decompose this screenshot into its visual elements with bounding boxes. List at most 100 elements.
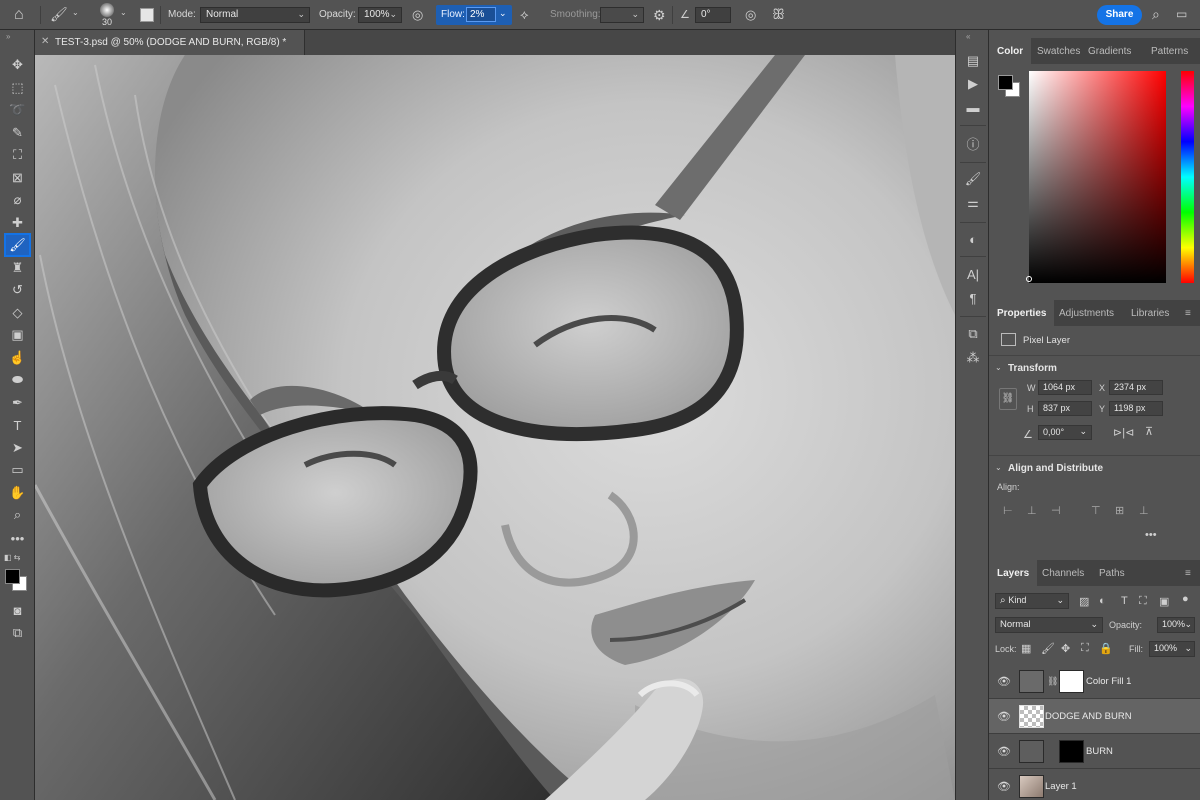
play-actions-icon[interactable]: ▶ <box>964 75 982 93</box>
chevron-down-icon[interactable]: ⌄ <box>120 8 127 17</box>
share-button[interactable]: Share <box>1097 5 1142 25</box>
flip-horizontal-icon[interactable]: ⊳|⊲ <box>1113 426 1134 439</box>
panel-menu-icon[interactable]: ≡ <box>1185 560 1191 586</box>
tab-color[interactable]: Color <box>989 38 1032 64</box>
tab-adjustments[interactable]: Adjustments <box>1059 300 1114 326</box>
brush-preset-icon[interactable] <box>100 3 114 17</box>
align-right-icon[interactable]: ⊣ <box>1051 504 1061 517</box>
layer-row[interactable]: 👁 Layer 1 <box>989 769 1200 800</box>
y-position-field[interactable]: 1198 px <box>1109 401 1163 416</box>
lock-artboard-icon[interactable]: ⛶ <box>1081 642 1089 655</box>
search-icon[interactable]: ⌕ <box>1152 6 1160 23</box>
brush-tool-icon[interactable]: 🖌 <box>50 6 68 23</box>
lock-all-icon[interactable]: 🔒 <box>1099 642 1113 655</box>
gear-icon[interactable]: ⚙ <box>653 7 666 24</box>
stamp-tool-icon[interactable]: ♜ <box>6 258 29 278</box>
filter-smart-object-icon[interactable]: ▣ <box>1159 595 1169 608</box>
screen-mode-icon[interactable]: ⧉ <box>6 623 29 643</box>
airbrush-icon[interactable]: ⟡ <box>520 7 529 23</box>
eye-icon[interactable]: 👁 <box>997 780 1011 793</box>
filter-pixel-icon[interactable]: ▨ <box>1079 595 1089 608</box>
character-styles-icon[interactable]: ⁂ <box>964 349 982 367</box>
eye-icon[interactable]: 👁 <box>997 675 1011 688</box>
hand-tool-icon[interactable]: ✋ <box>6 483 29 503</box>
foreground-color-swatch[interactable] <box>5 569 20 584</box>
default-colors-icon[interactable]: ◧ ⇆ <box>4 553 20 562</box>
x-position-field[interactable]: 2374 px <box>1109 380 1163 395</box>
layer-opacity-field[interactable]: 100% ⌄ <box>1157 617 1195 633</box>
filter-shape-icon[interactable]: ⛶ <box>1139 595 1147 608</box>
quick-select-tool-icon[interactable]: ✎ <box>6 123 29 143</box>
pen-tool-icon[interactable]: ✒ <box>6 393 29 413</box>
panel-menu-icon[interactable]: ≡ <box>1185 300 1191 326</box>
collapse-icon[interactable]: « <box>966 32 970 41</box>
tab-channels[interactable]: Channels <box>1042 560 1084 586</box>
home-icon[interactable]: ⌂ <box>14 6 24 24</box>
foreground-color-swatch[interactable] <box>998 75 1013 90</box>
dodge-tool-icon[interactable]: ⬬ <box>6 370 29 390</box>
align-bottom-icon[interactable]: ⊥ <box>1139 504 1149 517</box>
layer-row-selected[interactable]: 👁 DODGE AND BURN <box>989 699 1200 734</box>
eye-icon[interactable]: 👁 <box>997 745 1011 758</box>
eraser-tool-icon[interactable]: ◇ <box>6 303 29 323</box>
glyphs-icon[interactable]: ⧉ <box>964 325 982 343</box>
zoom-tool-icon[interactable]: ⌕ <box>6 505 29 525</box>
layer-mask-thumbnail[interactable] <box>1059 740 1084 763</box>
frame-tool-icon[interactable]: ⊠ <box>6 168 29 188</box>
pressure-opacity-icon[interactable]: ◎ <box>412 7 423 23</box>
flip-vertical-icon[interactable]: ⊼ <box>1145 425 1153 438</box>
lasso-tool-icon[interactable]: ➰ <box>6 100 29 120</box>
brush-tool-icon[interactable]: 🖌 <box>4 233 31 257</box>
layer-row[interactable]: 👁 BURN <box>989 734 1200 769</box>
gradient-tool-icon[interactable]: ▣ <box>6 325 29 345</box>
more-options-icon[interactable]: ••• <box>1145 529 1157 541</box>
tab-swatches[interactable]: Swatches <box>1037 38 1080 64</box>
close-icon[interactable]: ✕ <box>41 36 49 47</box>
marquee-tool-icon[interactable]: ⬚ <box>6 78 29 98</box>
align-top-icon[interactable]: ⊤ <box>1091 504 1101 517</box>
layer-mask-thumbnail[interactable] <box>1059 670 1084 693</box>
layer-row[interactable]: 👁 ⛓ Color Fill 1 <box>989 664 1200 699</box>
paragraph-icon[interactable]: ¶ <box>964 289 982 307</box>
filter-toggle-icon[interactable]: ● <box>1182 593 1189 605</box>
tab-gradients[interactable]: Gradients <box>1088 38 1131 64</box>
history-icon[interactable]: ▤ <box>964 52 982 70</box>
path-select-tool-icon[interactable]: ➤ <box>6 438 29 458</box>
canvas[interactable] <box>35 55 955 800</box>
info-icon[interactable]: ⓘ <box>964 134 982 152</box>
more-tools-icon[interactable]: ••• <box>6 528 29 548</box>
width-field[interactable]: 1064 px <box>1038 380 1092 395</box>
rotation-field[interactable]: 0,00° ⌄ <box>1038 425 1092 440</box>
collapse-icon[interactable]: » <box>6 32 10 41</box>
fill-field[interactable]: 100% ⌄ <box>1149 641 1195 657</box>
lock-transparent-icon[interactable]: ▦ <box>1021 642 1031 655</box>
comments-icon[interactable]: ▬ <box>964 98 982 116</box>
document-tab[interactable]: ✕ TEST-3.psd @ 50% (DODGE AND BURN, RGB/… <box>35 30 305 55</box>
tab-properties[interactable]: Properties <box>989 300 1055 326</box>
hue-slider[interactable] <box>1181 71 1194 283</box>
tab-libraries[interactable]: Libraries <box>1131 300 1169 326</box>
rectangle-tool-icon[interactable]: ▭ <box>6 460 29 480</box>
pressure-size-icon[interactable]: ◎ <box>745 7 756 23</box>
link-icon[interactable]: ⛓ <box>999 388 1017 410</box>
filter-adjustment-icon[interactable]: ◐ <box>1099 595 1106 607</box>
color-picker-handle[interactable] <box>1026 276 1032 282</box>
brush-settings-icon[interactable] <box>140 8 154 22</box>
clone-source-icon[interactable]: ◐ <box>964 230 982 248</box>
healing-brush-tool-icon[interactable]: ✚ <box>6 213 29 233</box>
brush-angle-field[interactable]: 0° <box>695 7 731 23</box>
flow-control[interactable]: Flow: 2% ⌄ <box>436 5 512 25</box>
link-icon[interactable]: ⛓ <box>1047 676 1058 687</box>
crop-tool-icon[interactable]: ⛶ <box>6 145 29 165</box>
move-tool-icon[interactable]: ✥ <box>6 55 29 75</box>
tab-layers[interactable]: Layers <box>989 560 1038 586</box>
character-icon[interactable]: A| <box>964 265 982 283</box>
lock-image-icon[interactable]: 🖌 <box>1041 642 1055 655</box>
color-field[interactable] <box>1029 71 1166 283</box>
chevron-down-icon[interactable]: ⌄ <box>995 363 1002 372</box>
tab-paths[interactable]: Paths <box>1099 560 1125 586</box>
align-center-h-icon[interactable]: ⊥ <box>1027 504 1037 517</box>
mode-select[interactable]: Normal ⌄ <box>200 7 310 23</box>
blend-mode-select[interactable]: Normal ⌄ <box>995 617 1103 633</box>
symmetry-icon[interactable]: ꕥ <box>772 6 785 23</box>
